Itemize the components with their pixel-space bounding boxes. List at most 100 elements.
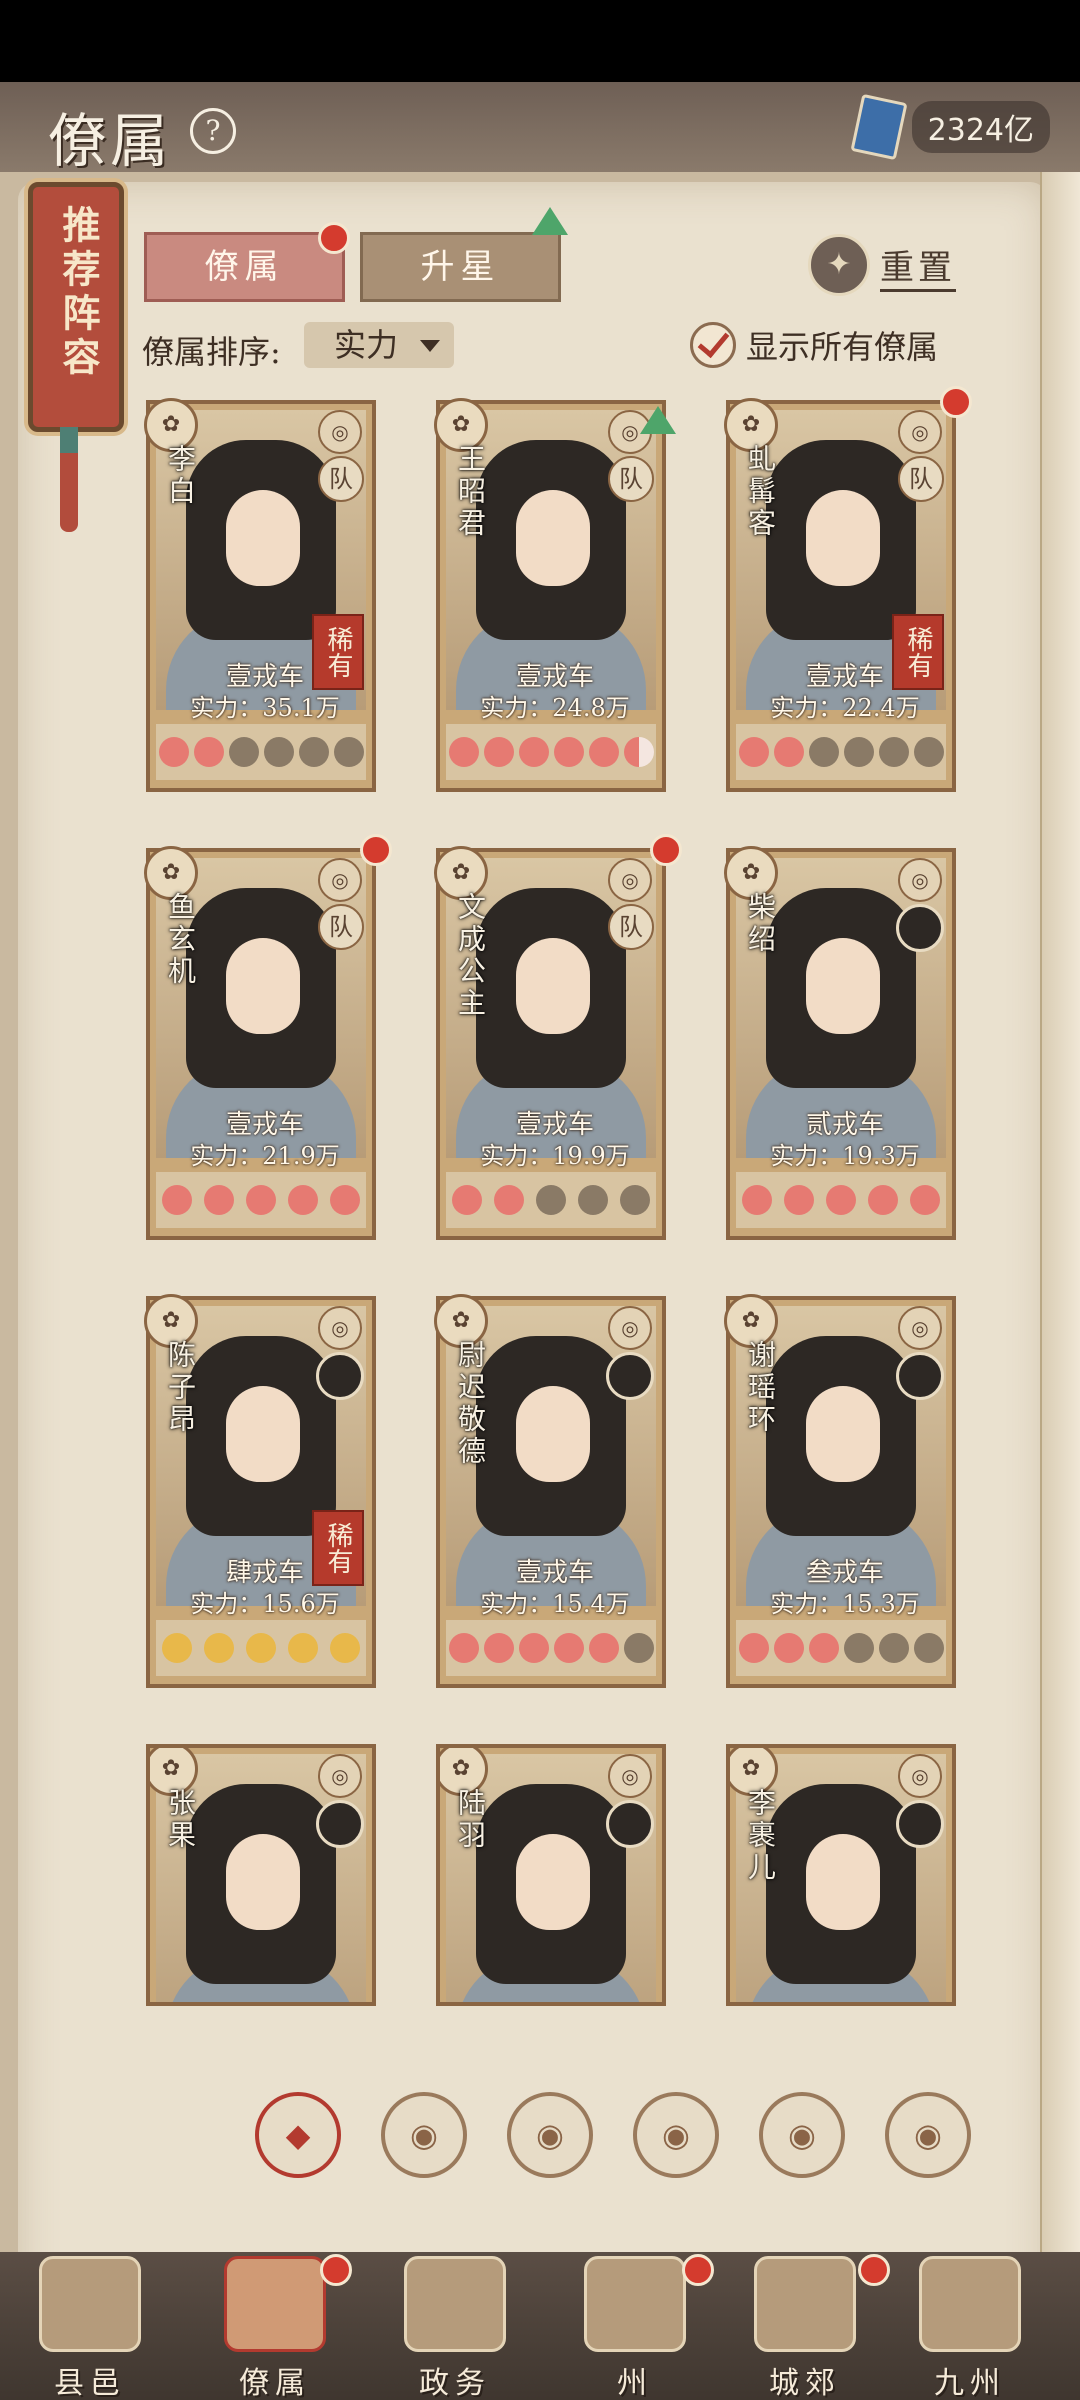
role-icon: ◎ <box>608 858 652 902</box>
star-icon <box>878 737 909 767</box>
face-shape <box>806 1386 880 1482</box>
star-icon <box>913 737 944 767</box>
star-icon <box>204 1633 234 1663</box>
show-all-toggle[interactable]: 显示所有僚属 <box>690 322 938 368</box>
tab-upgrade-star[interactable]: 升星 <box>360 232 561 302</box>
retainer-power: 实力：19.3万 <box>770 1142 920 1170</box>
show-all-checkbox[interactable] <box>690 322 736 368</box>
retainer-card[interactable]: ✿ ◎ 李白队稀有 壹戎车 实力：35.1万 <box>144 398 376 792</box>
retainer-power: 实力：15.6万 <box>190 1590 340 1618</box>
recommend-lineup-button[interactable]: 推荐阵容 <box>28 182 124 432</box>
star-icon <box>448 1633 479 1663</box>
nav-item[interactable]: 县邑 <box>20 2252 160 2400</box>
face-shape <box>516 1386 590 1482</box>
retainer-card[interactable]: ✿ ◎ 陈子昂 稀有 肆戎车 实力：15.6万 <box>144 1294 376 1688</box>
team-badge: 队 <box>318 456 364 502</box>
role-icon: ◎ <box>898 858 942 902</box>
team-badge: 队 <box>898 456 944 502</box>
face-shape <box>226 1834 300 1930</box>
nav-label: 政务 <box>419 2366 491 2400</box>
notification-dot <box>940 386 972 418</box>
role-icon: ◎ <box>898 1754 942 1798</box>
retainer-name: 陆羽 <box>454 1788 487 1852</box>
filter-icon: ◆ <box>285 2116 311 2154</box>
retainer-card[interactable]: ✿◎陆羽叁戎车实力：11.8万 <box>436 1744 666 2006</box>
nav-building-icon <box>584 2256 686 2352</box>
filter-button[interactable]: ◆ <box>255 2092 341 2178</box>
star-row <box>156 1620 366 1676</box>
companion-avatar <box>896 1352 944 1400</box>
team-badge: 队 <box>608 904 654 950</box>
star-icon <box>738 1633 769 1663</box>
star-icon <box>808 737 839 767</box>
nav-item[interactable]: 政务 <box>385 2252 525 2400</box>
star-icon <box>518 1633 549 1663</box>
star-icon <box>246 1633 276 1663</box>
nav-item[interactable]: 城郊 <box>735 2252 875 2400</box>
sort-dropdown[interactable]: 实力 <box>304 322 454 368</box>
retainer-name: 尉迟敬德 <box>454 1340 487 1468</box>
reset-icon[interactable]: ✦ <box>808 234 870 296</box>
face-shape <box>806 1834 880 1930</box>
star-icon <box>588 737 619 767</box>
retainer-power: 实力：15.4万 <box>480 1590 630 1618</box>
currency-display[interactable]: 2324亿 <box>850 93 1050 161</box>
star-icon <box>826 1185 856 1215</box>
star-icon <box>483 1633 514 1663</box>
face-shape <box>516 938 590 1034</box>
retainer-card[interactable]: ✿ ◎ 虬髯客队稀有 壹戎车 实力：22.4万 <box>724 398 956 792</box>
retainer-card[interactable]: ✿ ◎ 尉迟敬德 壹戎车 实力：15.4万 <box>434 1294 666 1688</box>
companion-avatar <box>896 904 944 952</box>
nav-item[interactable]: 九州 <box>900 2252 1040 2400</box>
star-row <box>736 1620 946 1676</box>
star-icon <box>623 1633 654 1663</box>
bottom-nav: 县邑 僚属 政务 州 城郊 九州 <box>0 2252 1080 2400</box>
star-icon <box>620 1185 650 1215</box>
star-icon <box>913 1633 944 1663</box>
show-all-label: 显示所有僚属 <box>746 328 939 366</box>
retainer-card[interactable]: ✿ ◎ 鱼玄机队壹戎车 实力：21.9万 <box>144 846 376 1240</box>
face-shape <box>516 1834 590 1930</box>
face-shape <box>226 490 300 586</box>
star-icon <box>246 1185 276 1215</box>
currency-value: 2324亿 <box>911 101 1050 153</box>
reset-button[interactable]: 重置 <box>880 240 956 292</box>
filter-button[interactable]: ◉ <box>885 2092 971 2178</box>
star-icon <box>536 1185 566 1215</box>
nav-label: 县邑 <box>54 2366 126 2400</box>
star-icon <box>588 1633 619 1663</box>
star-icon <box>448 737 479 767</box>
retainer-card[interactable]: ✿ ◎ 王昭君队壹戎车 实力：24.8万 <box>434 398 666 792</box>
retainer-tier: 肆戎车 <box>150 2000 372 2002</box>
filter-button[interactable]: ◉ <box>759 2092 845 2178</box>
role-icon: ◎ <box>318 410 362 454</box>
retainer-tier: 叁戎车 <box>440 2000 662 2002</box>
nav-notification-dot <box>858 2254 890 2286</box>
companion-avatar <box>606 1352 654 1400</box>
star-icon <box>162 1633 192 1663</box>
tab-retainers[interactable]: 僚属 <box>144 232 345 302</box>
retainer-card[interactable]: ✿◎李裹儿叁戎车实力：11.7万 <box>726 1744 956 2006</box>
star-icon <box>228 737 259 767</box>
help-icon[interactable]: ? <box>190 108 236 154</box>
retainer-card[interactable]: ✿ ◎ 文成公主队壹戎车 实力：19.9万 <box>434 846 666 1240</box>
filter-button[interactable]: ◉ <box>633 2092 719 2178</box>
face-shape <box>516 490 590 586</box>
star-icon <box>773 737 804 767</box>
star-icon <box>158 737 189 767</box>
retainer-card[interactable]: ✿ ◎ 谢瑶环 叁戎车 实力：15.3万 <box>724 1294 956 1688</box>
filter-icon: ◉ <box>914 2116 942 2154</box>
star-icon <box>910 1185 940 1215</box>
retainer-power: 实力：22.4万 <box>770 694 920 722</box>
retainer-card[interactable]: ✿ ◎ 柴绍 贰戎车 实力：19.3万 <box>724 846 956 1240</box>
star-icon <box>784 1185 814 1215</box>
retainer-card[interactable]: ✿◎张果肆戎车实力：13.0万 <box>146 1744 376 2006</box>
filter-button[interactable]: ◉ <box>507 2092 593 2178</box>
star-icon <box>298 737 329 767</box>
star-icon <box>553 1633 584 1663</box>
retainer-power: 实力：15.3万 <box>770 1590 920 1618</box>
companion-avatar <box>316 1800 364 1848</box>
filter-button[interactable]: ◉ <box>381 2092 467 2178</box>
retainer-name: 李白 <box>164 444 197 508</box>
role-icon: ◎ <box>318 858 362 902</box>
